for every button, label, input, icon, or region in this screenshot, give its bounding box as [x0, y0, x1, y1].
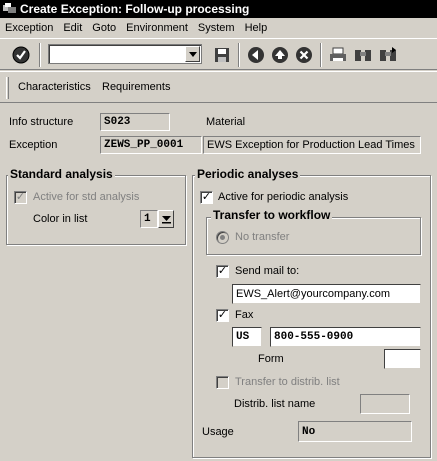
- fax-country-value: US: [236, 331, 250, 343]
- exception-description: EWS Exception for Production Lead Times: [207, 139, 415, 151]
- fax-country-field[interactable]: US: [232, 327, 262, 347]
- color-dropdown-icon[interactable]: [158, 210, 174, 228]
- window-title: Create Exception: Follow-up processing: [20, 2, 250, 16]
- exception-label: Exception: [9, 139, 58, 151]
- menu-environment[interactable]: Environment: [121, 22, 193, 34]
- work-area: Info structure S023 Material Exception Z…: [0, 104, 437, 461]
- send-mail-label: Send mail to:: [235, 265, 300, 277]
- toolbar-separator: [39, 43, 41, 67]
- toolbar-grip: [6, 77, 9, 99]
- fax-label: Fax: [235, 309, 254, 321]
- email-value: EWS_Alert@yourcompany.com: [236, 288, 391, 300]
- no-transfer-label: No transfer: [235, 231, 290, 243]
- email-field[interactable]: EWS_Alert@yourcompany.com: [232, 284, 421, 304]
- exception-field: ZEWS_PP_0001: [100, 136, 202, 154]
- send-mail-checkbox[interactable]: ✓: [216, 265, 229, 278]
- transfer-workflow-title: Transfer to workflow: [211, 208, 333, 222]
- command-dropdown-icon[interactable]: [185, 46, 200, 62]
- print-icon[interactable]: [327, 44, 349, 66]
- material-label: Material: [206, 116, 246, 128]
- usage-value: No: [302, 425, 316, 438]
- form-label: Form: [258, 353, 284, 365]
- window-titlebar: Create Exception: Follow-up processing: [0, 0, 437, 18]
- exception-description-field: EWS Exception for Production Lead Times: [203, 136, 421, 154]
- enter-check-icon[interactable]: [10, 44, 32, 66]
- periodic-analysis-checkbox[interactable]: ✓: [200, 191, 213, 204]
- menu-edit[interactable]: Edit: [58, 22, 87, 34]
- menu-help[interactable]: Help: [240, 22, 273, 34]
- exit-icon[interactable]: [269, 44, 291, 66]
- toolbar-separator: [238, 43, 240, 67]
- toolbar-separator: [320, 43, 322, 67]
- usage-label: Usage: [202, 426, 234, 438]
- menu-goto[interactable]: Goto: [87, 22, 121, 34]
- find-icon[interactable]: [352, 44, 374, 66]
- save-icon[interactable]: [211, 44, 233, 66]
- menu-bar: Exception Edit Goto Environment System H…: [0, 18, 437, 37]
- application-toolbar: Characteristics Requirements: [0, 71, 437, 103]
- command-field[interactable]: [48, 44, 202, 64]
- usage-field: No: [298, 421, 412, 442]
- sap-window-icon[interactable]: [3, 3, 17, 15]
- std-analysis-label: Active for std analysis: [33, 191, 140, 203]
- info-structure-label: Info structure: [9, 116, 74, 128]
- fax-number-field[interactable]: 800-555-0900: [270, 327, 421, 347]
- standard-toolbar: [0, 38, 437, 70]
- exception-value: ZEWS_PP_0001: [104, 139, 184, 151]
- find-next-icon[interactable]: [377, 44, 399, 66]
- no-transfer-radio[interactable]: [216, 231, 229, 244]
- menu-exception[interactable]: Exception: [0, 22, 58, 34]
- info-structure-field: S023: [100, 113, 170, 131]
- back-icon[interactable]: [245, 44, 267, 66]
- standard-analysis-title: Standard analysis: [8, 167, 115, 181]
- form-field[interactable]: [384, 349, 421, 369]
- distrib-list-name-label: Distrib. list name: [234, 398, 316, 410]
- color-in-list-label: Color in list: [33, 213, 88, 225]
- color-in-list-value: 1: [144, 213, 151, 225]
- characteristics-button[interactable]: Characteristics: [18, 81, 91, 93]
- distrib-list-checkbox[interactable]: [216, 376, 229, 389]
- fax-number-value: 800-555-0900: [274, 331, 354, 343]
- distrib-list-label: Transfer to distrib. list: [235, 376, 340, 388]
- periodic-analyses-title: Periodic analyses: [195, 167, 301, 181]
- distrib-list-name-field[interactable]: [360, 394, 410, 414]
- menu-system[interactable]: System: [193, 22, 240, 34]
- requirements-button[interactable]: Requirements: [102, 81, 170, 93]
- info-structure-value: S023: [104, 116, 131, 128]
- std-analysis-checkbox[interactable]: ✓: [14, 191, 27, 204]
- periodic-analysis-label: Active for periodic analysis: [218, 191, 349, 203]
- fax-checkbox[interactable]: ✓: [216, 309, 229, 322]
- color-in-list-field[interactable]: 1: [140, 210, 158, 228]
- cancel-icon[interactable]: [293, 44, 315, 66]
